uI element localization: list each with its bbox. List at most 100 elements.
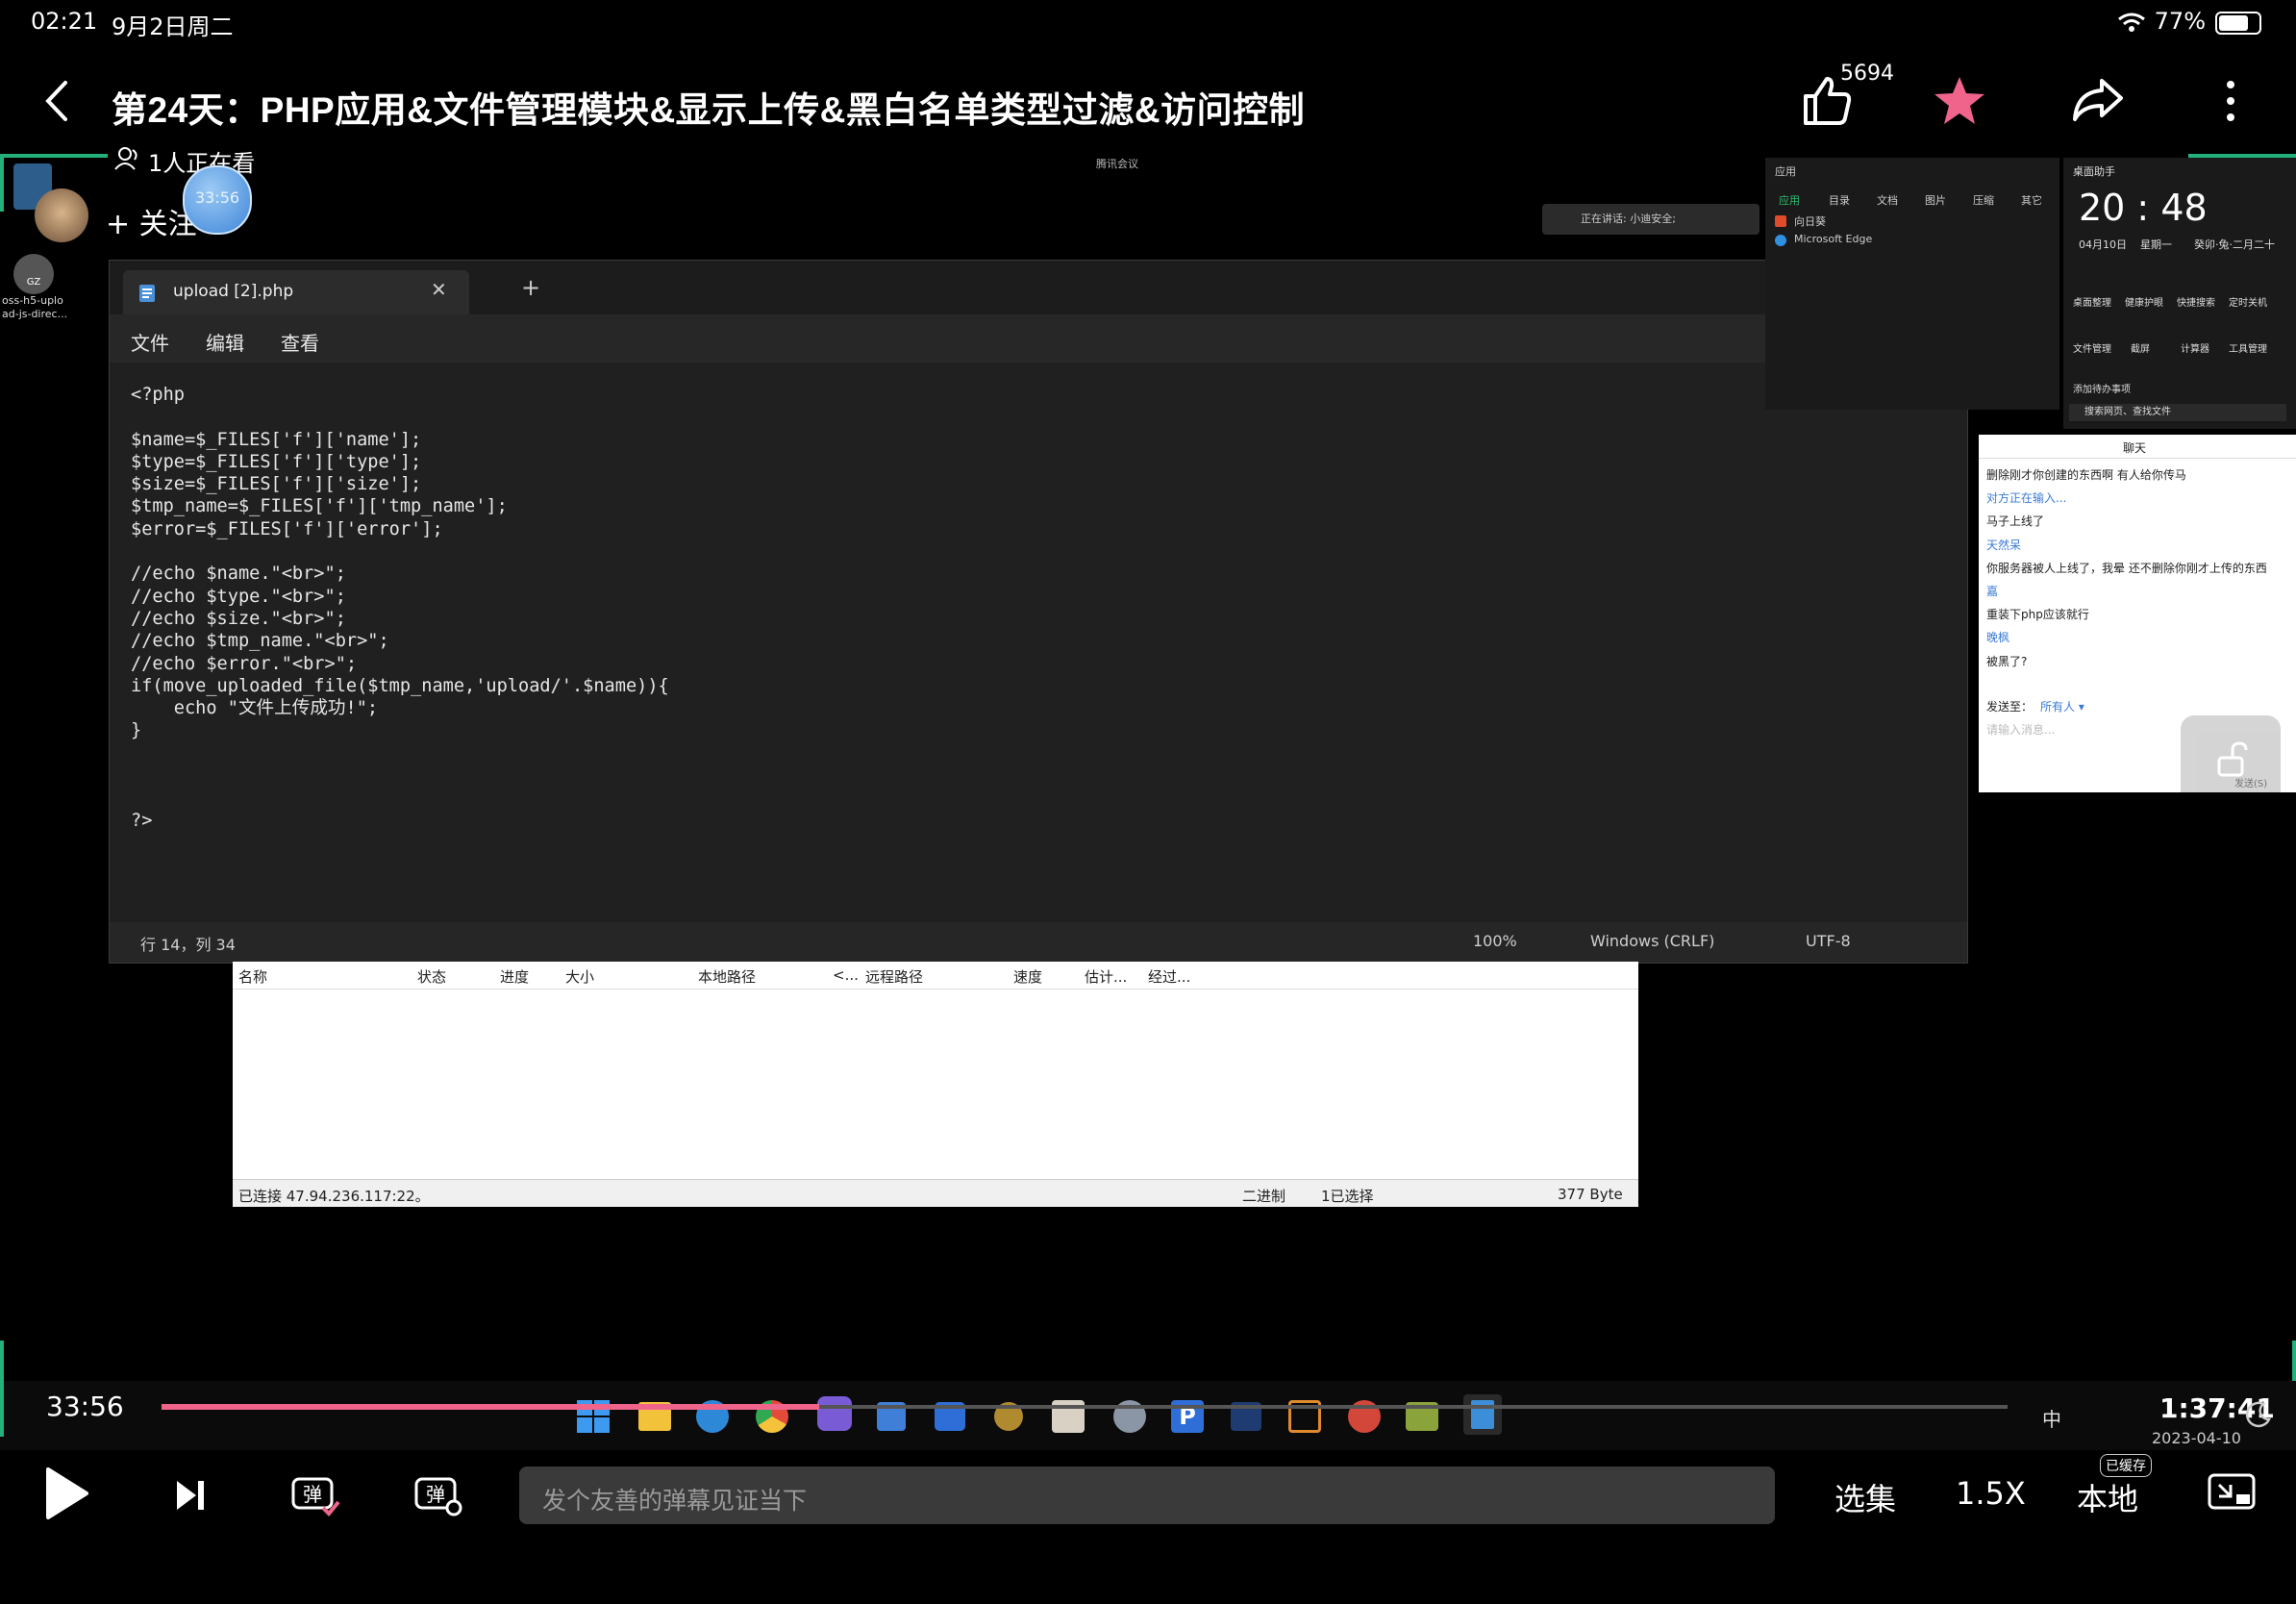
notepad-taskbar-item[interactable] <box>1463 1394 1502 1435</box>
danmaku-settings-icon[interactable]: 弹 <box>413 1471 463 1517</box>
start-tab-other[interactable]: 其它 <box>2021 192 2042 208</box>
start-menu-title: 应用 <box>1775 165 1796 178</box>
uploader-avatar[interactable] <box>35 188 88 242</box>
meeting-label: 腾讯会议 <box>1096 158 1138 170</box>
more-options-icon[interactable] <box>2221 79 2240 123</box>
send-button[interactable]: 发送(S) <box>2234 775 2267 789</box>
menu-edit[interactable]: 编辑 <box>206 328 244 356</box>
pip-icon[interactable] <box>2208 1473 2256 1514</box>
wifi-icon <box>2118 13 2145 32</box>
night-mode-icon[interactable] <box>2244 1400 2273 1429</box>
helper-search-input[interactable]: 搜索网页、查找文件 <box>2069 404 2286 421</box>
chat-message: 删除刚才你创建的东西啊 有人给你传马 <box>1986 468 2186 482</box>
notepad-tab[interactable]: upload [2].php ✕ <box>123 270 469 314</box>
tool-desktop-organize[interactable]: 桌面整理 <box>2073 294 2111 309</box>
local-button[interactable]: 本地 <box>2077 1475 2138 1519</box>
share-icon[interactable] <box>2071 77 2125 123</box>
ftp-col-progress[interactable]: 进度 <box>500 966 529 987</box>
ftp-col-estimate[interactable]: 估计... <box>1085 966 1127 987</box>
add-todo[interactable]: 添加待办事项 <box>2073 381 2131 395</box>
favorite-star-icon[interactable] <box>1933 75 1986 127</box>
video-title: 第24天：PHP应用&文件管理模块&显示上传&黑白名单类型过滤&访问控制 <box>112 90 1306 130</box>
start-item-edge[interactable]: Microsoft Edge <box>1794 233 1872 245</box>
cached-badge: 已缓存 <box>2100 1454 2152 1477</box>
new-tab-icon[interactable]: + <box>521 274 540 301</box>
lock-overlay[interactable]: 发送(S) <box>2181 715 2281 792</box>
next-episode-icon[interactable] <box>175 1479 206 1512</box>
taskbar-date: 2023-04-10 <box>2152 1429 2241 1447</box>
desktop-file-icon: GZ <box>13 254 54 294</box>
status-date: 9月2日周二 <box>112 13 234 40</box>
cursor-position: 行 14，列 34 <box>140 936 236 954</box>
speed-button[interactable]: 1.5X <box>1956 1475 2026 1512</box>
danmaku-toggle-icon[interactable]: 弹 <box>290 1471 340 1517</box>
ftp-transfer-panel[interactable]: 名称 状态 进度 大小 本地路径 <... 远程路径 速度 估计... 经过..… <box>233 962 1638 1207</box>
time-bubble: 33:56 <box>183 165 252 235</box>
notepad-window[interactable]: upload [2].php ✕ + — ✕ 文件 编辑 查看 <?php $n… <box>109 260 1968 964</box>
status-time: 02:21 <box>31 8 98 35</box>
notepad-tab-title: upload [2].php <box>173 282 294 301</box>
ftp-col-name[interactable]: 名称 <box>238 966 267 987</box>
send-to-select[interactable]: 所有人 ▾ <box>2040 698 2084 714</box>
tab-close-icon[interactable]: ✕ <box>431 278 447 301</box>
chat-input[interactable]: 请输入消息... <box>1986 721 2055 738</box>
ime-lang-indicator[interactable]: 中 <box>2042 1404 2061 1432</box>
bilibili-app-icon[interactable] <box>817 1396 852 1431</box>
svg-text:弹: 弹 <box>426 1483 445 1506</box>
chat-message: 嘉 <box>1986 585 1999 599</box>
encoding: UTF-8 <box>1806 932 1851 950</box>
menu-view[interactable]: 查看 <box>281 328 319 356</box>
progress-fill <box>162 1404 819 1410</box>
helper-lunar: 癸卯·兔·二月二十 <box>2194 238 2275 251</box>
start-tab-dir[interactable]: 目录 <box>1829 192 1850 208</box>
ftp-col-arrow[interactable]: <... <box>833 966 859 984</box>
ftp-col-remote-path[interactable]: 远程路径 <box>865 966 923 987</box>
ftp-selected: 1已选择 <box>1321 1188 1374 1205</box>
ftp-col-size[interactable]: 大小 <box>565 966 594 987</box>
chat-window[interactable]: 聊天 删除刚才你创建的东西啊 有人给你传马 对方正在输入... 马子上线了 天然呆 你服… <box>1979 435 2296 792</box>
speaking-indicator: 正在讲话: 小迪安全; <box>1542 204 1759 235</box>
notepad-menubar <box>110 314 1967 363</box>
svg-text:弹: 弹 <box>303 1483 322 1506</box>
chat-message: 晚枫 <box>1986 631 2010 645</box>
tool-shutdown-timer[interactable]: 定时关机 <box>2229 294 2267 309</box>
chat-message: 被黑了? <box>1986 654 2028 668</box>
edge-icon <box>1775 235 1786 246</box>
battery-icon <box>2215 12 2261 35</box>
code-editor[interactable]: <?php $name=$_FILES['f']['name']; $type=… <box>131 384 669 832</box>
start-menu-panel[interactable]: 应用 应用 目录 文档 图片 压缩 其它 向日葵 Microsoft Edge <box>1765 158 2059 410</box>
like-count: 5694 <box>1840 62 1894 86</box>
start-tab-docs[interactable]: 文档 <box>1877 192 1898 208</box>
player-border-left <box>0 1341 4 1437</box>
tool-calculator[interactable]: 计算器 <box>2181 340 2209 355</box>
play-icon[interactable] <box>42 1466 90 1521</box>
ftp-col-local-path[interactable]: 本地路径 <box>698 966 756 987</box>
chat-message: 你服务器被人上线了，我晕 还不删除你刚才上传的东西 <box>1986 561 2267 575</box>
back-button[interactable] <box>40 79 73 123</box>
tool-manager[interactable]: 工具管理 <box>2229 340 2267 355</box>
start-tab-images[interactable]: 图片 <box>1925 192 1946 208</box>
ftp-col-status[interactable]: 状态 <box>417 966 446 987</box>
chat-message: 对方正在输入... <box>1986 491 2067 506</box>
menu-file[interactable]: 文件 <box>131 328 169 356</box>
viewers-icon <box>114 147 137 170</box>
ftp-col-speed[interactable]: 速度 <box>1013 966 1042 987</box>
start-tab-apps[interactable]: 应用 <box>1779 192 1800 208</box>
tool-eye-care[interactable]: 健康护眼 <box>2125 294 2163 309</box>
frame-border-left <box>0 154 4 212</box>
ftp-col-elapsed[interactable]: 经过... <box>1148 966 1190 987</box>
danmaku-input[interactable]: 发个友善的弹幕见证当下 <box>519 1466 1775 1524</box>
battery-percent: 77% <box>2154 8 2206 35</box>
desktop-helper-panel[interactable]: 桌面助手 20 : 48 04月10日 星期一 癸卯·兔·二月二十 桌面整理 健… <box>2063 158 2296 429</box>
helper-weekday: 星期一 <box>2140 238 2172 251</box>
chat-title: 聊天 <box>2123 441 2147 455</box>
tool-quick-search[interactable]: 快捷搜索 <box>2177 294 2215 309</box>
episodes-button[interactable]: 选集 <box>1834 1475 1896 1519</box>
tool-screenshot[interactable]: 截屏 <box>2131 340 2150 355</box>
start-item-sunflower[interactable]: 向日葵 <box>1794 213 1826 229</box>
helper-clock: 20 : 48 <box>2079 187 2208 229</box>
tool-file-manager[interactable]: 文件管理 <box>2073 340 2111 355</box>
ftp-statusbar: 已连接 47.94.236.117:22。 二进制 1已选择 377 Byte <box>233 1179 1638 1207</box>
desktop-file-label: oss-h5-upload-js-direc... <box>2 294 68 320</box>
start-tab-archives[interactable]: 压缩 <box>1973 192 1994 208</box>
